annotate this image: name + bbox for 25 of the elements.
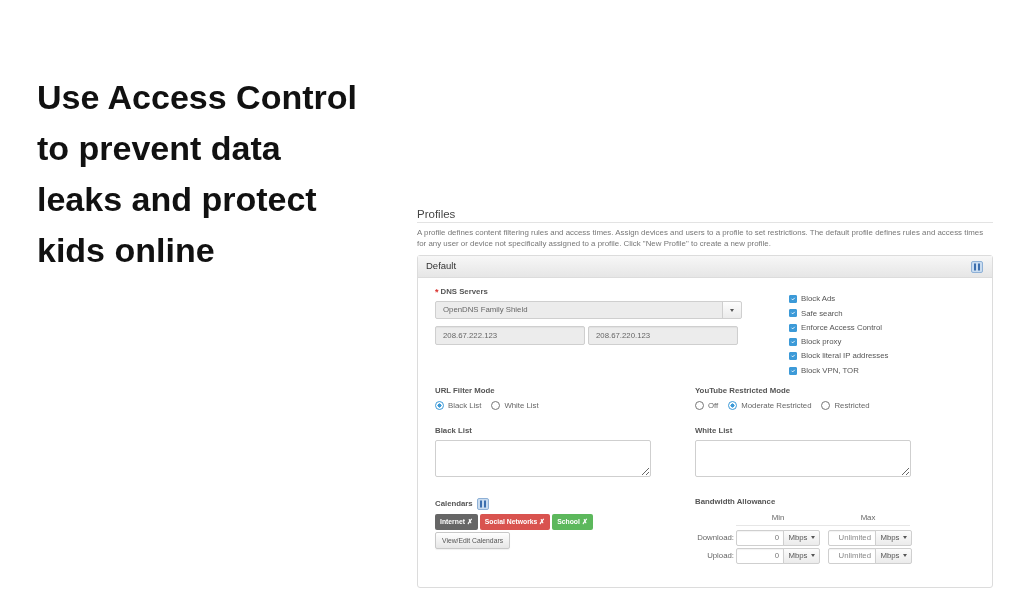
caret-icon [902,554,907,558]
radio-button[interactable] [728,401,738,411]
headline: Use Access Control to prevent data leaks and protect kids online [37,77,358,271]
info-icon[interactable] [971,260,983,273]
info-icon[interactable] [476,497,489,510]
radio-button[interactable] [821,401,831,411]
caret-icon [810,554,815,558]
checkbox[interactable] [789,338,797,347]
required-mark: * [435,287,439,297]
checkbox[interactable] [789,323,797,332]
caret-icon [902,536,907,540]
caret-icon [730,308,734,312]
radio-button[interactable] [695,401,704,411]
panel-title: Default [426,259,457,274]
checkbox[interactable] [789,366,797,375]
section-title: Profiles [417,207,993,223]
checkbox[interactable] [789,309,797,318]
radio-button[interactable] [435,401,444,411]
radio-button[interactable] [491,401,501,411]
textarea-field[interactable] [695,439,911,477]
checkbox[interactable] [789,352,797,361]
caret-icon [810,536,815,540]
dropdown-toggle-button[interactable] [722,302,741,318]
checkbox[interactable] [789,295,797,304]
textarea-field[interactable] [435,439,651,477]
